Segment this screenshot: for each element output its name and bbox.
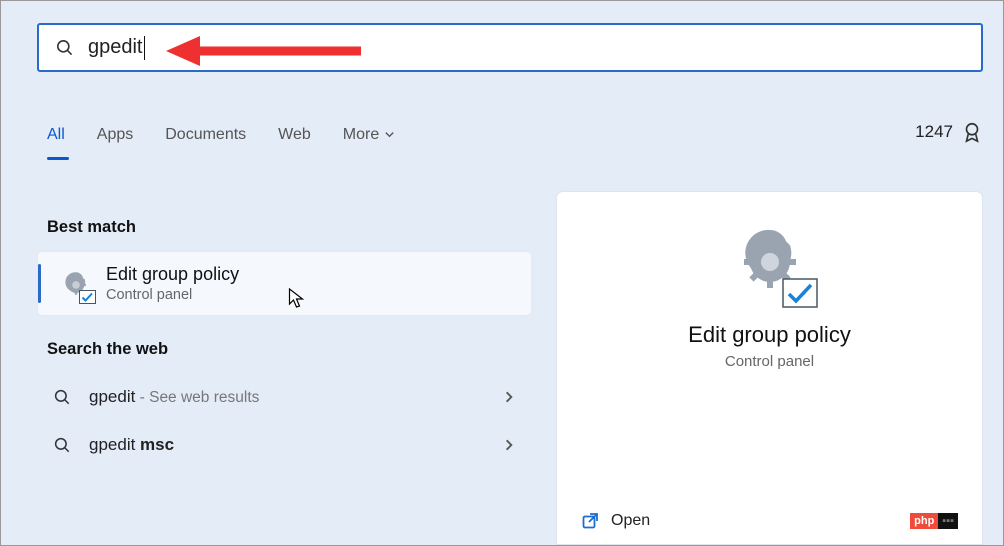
rewards-badge-icon <box>961 121 983 143</box>
details-subtitle: Control panel <box>557 353 982 370</box>
tab-web[interactable]: Web <box>278 126 311 154</box>
web-result-term-pre: gpedit <box>89 435 140 454</box>
chevron-down-icon <box>384 129 395 140</box>
tab-documents[interactable]: Documents <box>165 126 246 154</box>
best-match-title: Edit group policy <box>106 264 239 285</box>
best-match-result[interactable]: Edit group policy Control panel <box>37 251 532 316</box>
search-icon <box>55 38 74 57</box>
search-icon <box>53 388 71 406</box>
web-result-term-bold: msc <box>140 435 174 454</box>
tab-all[interactable]: All <box>47 126 65 154</box>
check-overlay-icon <box>782 278 818 308</box>
best-match-heading: Best match <box>47 218 522 237</box>
tab-apps[interactable]: Apps <box>97 126 133 154</box>
web-result-hint: - See web results <box>135 389 259 406</box>
group-policy-icon-large <box>728 220 812 304</box>
open-label: Open <box>611 512 650 530</box>
filter-tabs: All Apps Documents Web More <box>47 126 395 154</box>
group-policy-icon <box>58 266 94 302</box>
cursor-icon <box>288 288 305 310</box>
search-query: gpedit <box>88 36 143 59</box>
rewards-counter[interactable]: 1247 <box>915 121 983 143</box>
web-result-term: gpedit <box>89 387 135 406</box>
search-web-heading: Search the web <box>47 340 522 359</box>
open-external-icon <box>581 512 599 530</box>
tab-more[interactable]: More <box>343 126 395 154</box>
annotation-arrow <box>166 34 361 69</box>
chevron-right-icon <box>502 390 516 404</box>
results-left-column: Best match Edit group policy Control pan… <box>37 206 532 469</box>
text-caret <box>144 36 145 60</box>
check-overlay-icon <box>79 290 96 304</box>
web-result-gpedit-msc[interactable]: gpedit msc <box>37 421 532 469</box>
rewards-points: 1247 <box>915 122 953 142</box>
best-match-subtitle: Control panel <box>106 287 239 303</box>
open-button[interactable]: Open <box>581 512 650 530</box>
chevron-right-icon <box>502 438 516 452</box>
watermark: php▪▪▪ <box>910 513 958 529</box>
search-icon <box>53 436 71 454</box>
active-tab-indicator <box>47 157 69 160</box>
details-panel: Edit group policy Control panel Open php… <box>556 191 983 545</box>
web-result-gpedit[interactable]: gpedit - See web results <box>37 373 532 421</box>
details-title: Edit group policy <box>557 322 982 348</box>
selection-indicator <box>38 264 41 303</box>
